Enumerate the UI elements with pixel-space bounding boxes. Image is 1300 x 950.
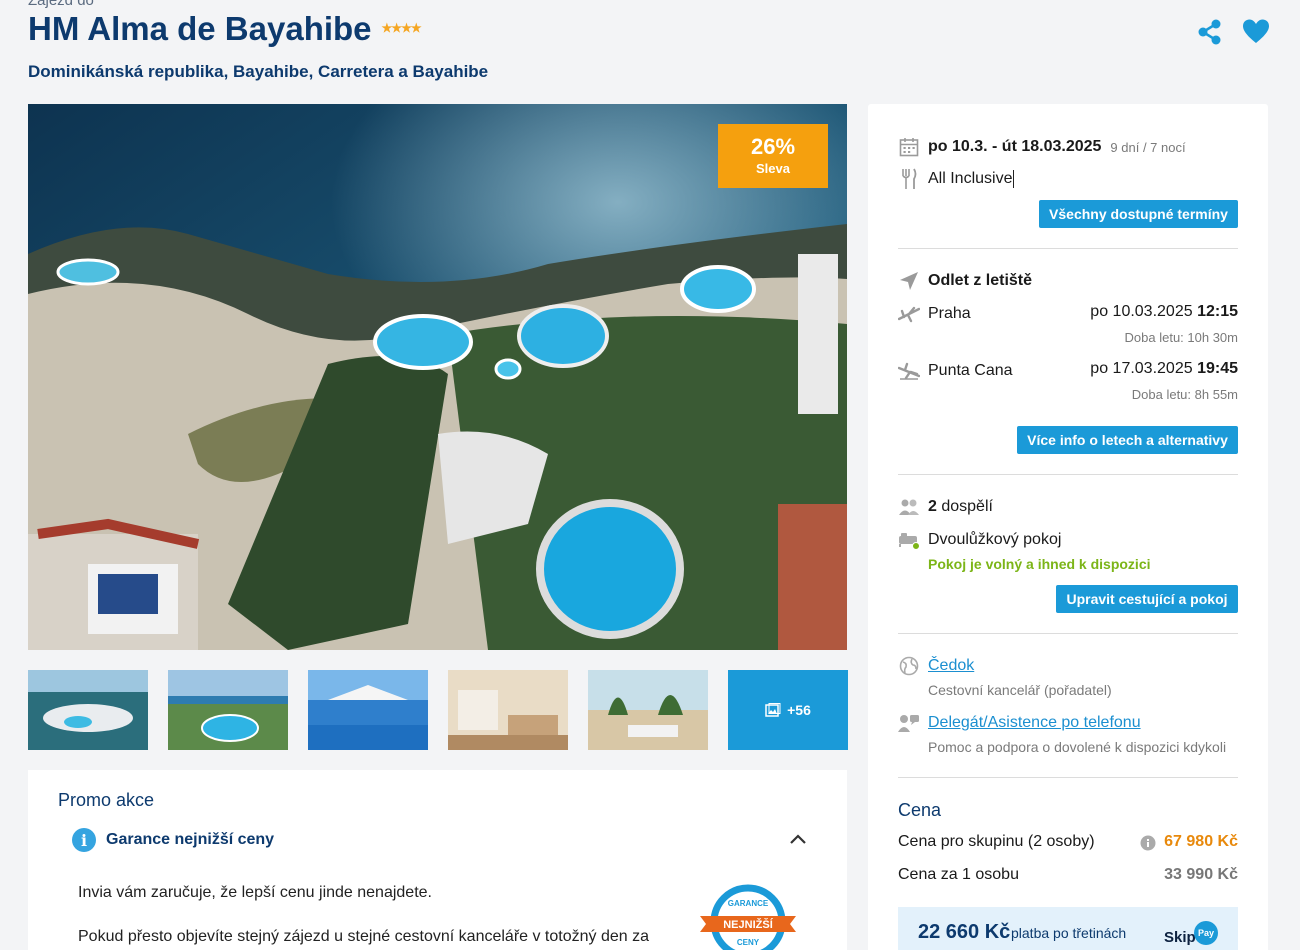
price-heading: Cena [898, 800, 942, 820]
room-row: Dvoulůžkový pokoj [898, 529, 1061, 551]
support-agent-icon [898, 712, 920, 734]
chevron-up-icon[interactable] [789, 832, 807, 850]
outbound-time: 12:15 [1197, 303, 1238, 320]
promo-text-1: Invia vám zaručuje, že lepší cenu jinde … [78, 884, 432, 901]
flight-info-button[interactable]: Více info o letech a alternativy [1017, 426, 1238, 454]
skippay-pay-text: Pay [1194, 921, 1218, 945]
booking-panel: po 10.3. - út 18.03.2025 9 dní / 7 nocí … [868, 104, 1268, 950]
heart-icon[interactable] [1242, 18, 1270, 46]
outbound-date: po 10.03.2025 [1090, 303, 1193, 320]
support-description: Pomoc a podpora o dovolené k dispozici k… [928, 739, 1227, 755]
installment-box[interactable]: 22 660 Kč platba po třetinách Skip Pay [898, 907, 1238, 950]
breadcrumb[interactable]: Zájezd do [28, 0, 94, 9]
support-row: Delegát/Asistence po telefonu [898, 712, 1141, 734]
group-price-label-row: Cena pro skupinu (2 osoby) [898, 833, 1095, 851]
board-type: All Inclusive [928, 170, 1013, 187]
all-dates-button[interactable]: Všechny dostupné termíny [1039, 200, 1238, 228]
info-icon: i [72, 828, 96, 852]
share-icon[interactable] [1196, 18, 1224, 46]
lowest-price-badge-icon: NEJNIŽŠÍ GARANCE CENY [696, 882, 800, 950]
person-price-label: Cena za 1 osobu [898, 866, 1019, 883]
info-small-icon[interactable] [1140, 835, 1156, 856]
promo-section: Promo akce i Garance nejnižší ceny Invia… [28, 770, 847, 950]
cutlery-icon [898, 168, 920, 190]
gallery-icon [765, 703, 781, 717]
dates-row: po 10.3. - út 18.03.2025 9 dní / 7 nocí [898, 136, 1186, 158]
promo-heading: Promo akce [58, 790, 155, 810]
board-row: All Inclusive [898, 168, 1015, 190]
text-cursor [1013, 170, 1015, 188]
promo-item-toggle[interactable]: i Garance nejnižší ceny [72, 828, 274, 852]
divider [898, 777, 1238, 778]
star-rating: ★★★★ [381, 21, 422, 35]
hero-photo[interactable]: 26% Sleva [28, 104, 847, 650]
travelers-label: dospělí [941, 498, 993, 515]
badge-bottom-text: CENY [737, 938, 760, 947]
thumbnail-3[interactable] [308, 670, 428, 750]
agency-link[interactable]: Čedok [928, 657, 974, 675]
bed-icon [898, 529, 920, 551]
return-datetime: po 17.03.2025 19:45 [1090, 360, 1238, 378]
divider [898, 248, 1238, 249]
paper-plane-icon [898, 270, 920, 292]
travelers-row: 2 dospělí [898, 496, 993, 518]
group-price: 67 980 Kč [1164, 833, 1238, 850]
thumbnail-more[interactable]: +56 [728, 670, 848, 750]
outbound-city: Praha [928, 305, 971, 322]
travelers-count: 2 [928, 498, 937, 515]
outbound-flight-duration: Doba letu: 10h 30m [1124, 330, 1238, 345]
person-price-label-row: Cena za 1 osobu [898, 866, 1019, 884]
badge-top-text: GARANCE [728, 899, 769, 908]
return-flight-duration: Doba letu: 8h 55m [1131, 387, 1238, 402]
agency-row: Čedok [898, 655, 974, 677]
travel-dates: po 10.3. - út 18.03.2025 [928, 138, 1102, 155]
installment-label: platba po třetinách [1011, 925, 1127, 941]
landing-icon [898, 360, 920, 382]
more-photos-count: +56 [787, 702, 811, 718]
promo-item-title: Garance nejnižší ceny [106, 831, 275, 848]
photo-thumbnails: +56 [28, 670, 848, 750]
return-city: Punta Cana [928, 362, 1013, 379]
badge-mid-text: NEJNIŽŠÍ [723, 918, 773, 931]
flight-heading: Odlet z letiště [928, 272, 1033, 289]
installment-price: 22 660 Kč [918, 921, 1011, 943]
globe-icon [898, 655, 920, 677]
thumbnail-4[interactable] [448, 670, 568, 750]
support-link[interactable]: Delegát/Asistence po telefonu [928, 714, 1141, 732]
person-price: 33 990 Kč [1164, 866, 1238, 883]
skippay-skip-text: Skip [1164, 929, 1196, 946]
top-actions [1196, 18, 1270, 46]
discount-badge: 26% Sleva [718, 124, 828, 188]
return-date: po 17.03.2025 [1090, 360, 1193, 377]
room-availability: Pokoj je volný a ihned k dispozici [928, 556, 1151, 572]
outbound-row: Praha [898, 303, 971, 325]
agency-description: Cestovní kancelář (pořadatel) [928, 682, 1112, 698]
calendar-icon [898, 136, 920, 158]
discount-percent: 26% [750, 134, 796, 159]
page-title: HM Alma de Bayahibe ★★★★ [28, 10, 422, 48]
divider [898, 633, 1238, 634]
thumbnail-1[interactable] [28, 670, 148, 750]
group-price-label: Cena pro skupinu (2 osoby) [898, 833, 1095, 850]
edit-travelers-button[interactable]: Upravit cestující a pokoj [1056, 585, 1238, 613]
people-icon [898, 496, 920, 518]
flight-heading-row: Odlet z letiště [898, 270, 1032, 292]
takeoff-icon [898, 303, 920, 325]
hotel-location[interactable]: Dominikánská republika, Bayahibe, Carret… [28, 62, 488, 82]
outbound-datetime: po 10.03.2025 12:15 [1090, 303, 1238, 321]
return-time: 19:45 [1197, 360, 1238, 377]
room-type: Dvoulůžkový pokoj [928, 531, 1062, 548]
divider [898, 474, 1238, 475]
promo-text-2: Pokud přesto objevíte stejný zájezd u st… [78, 928, 649, 945]
discount-label: Sleva [756, 161, 790, 176]
trip-duration: 9 dní / 7 nocí [1110, 139, 1186, 155]
thumbnail-2[interactable] [168, 670, 288, 750]
hotel-name: HM Alma de Bayahibe [28, 10, 372, 47]
thumbnail-5[interactable] [588, 670, 708, 750]
return-row: Punta Cana [898, 360, 1013, 382]
